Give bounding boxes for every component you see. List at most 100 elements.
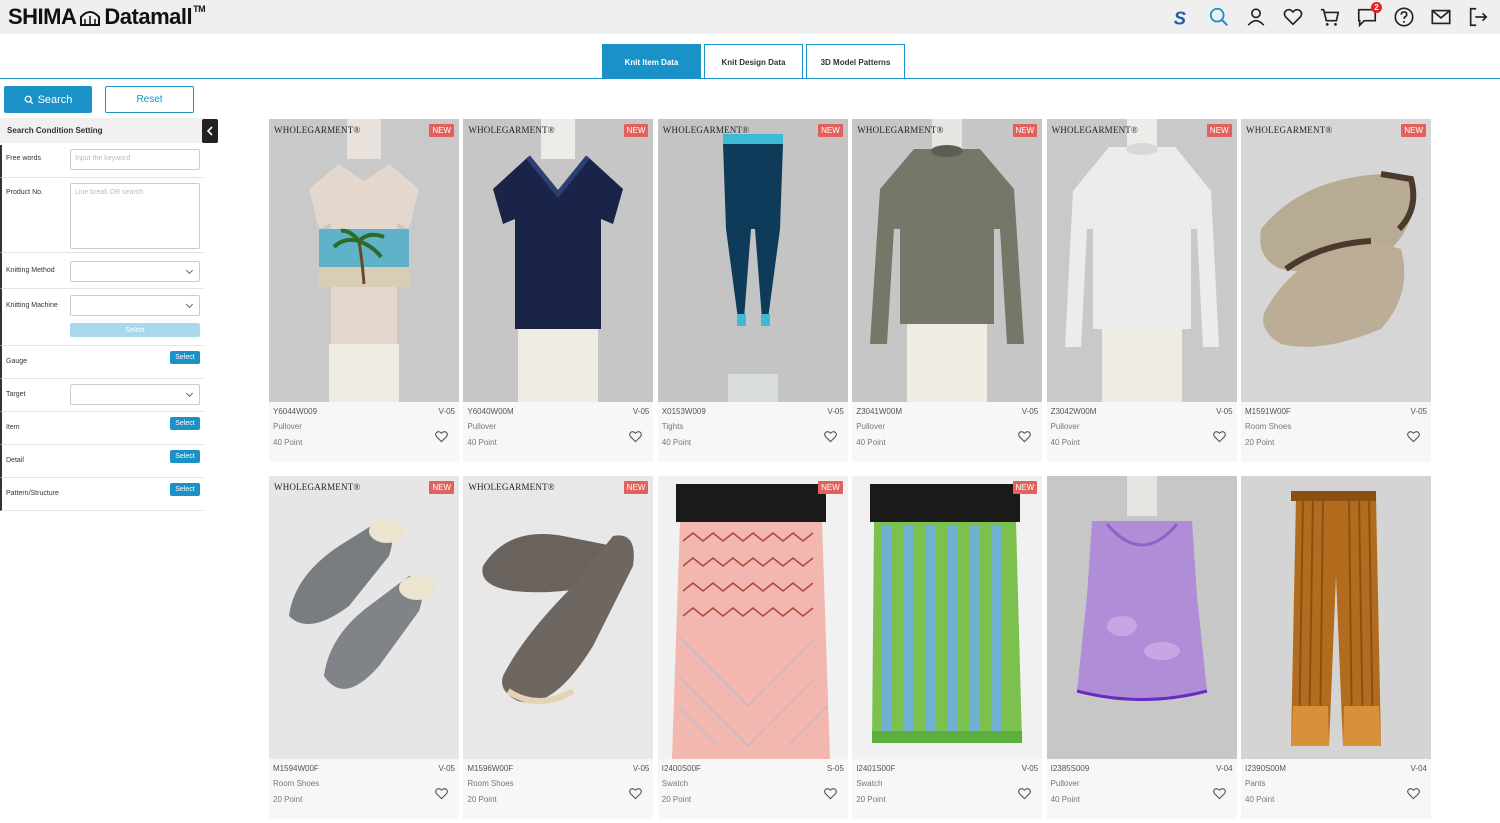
detail-select-button[interactable]: Select bbox=[170, 450, 200, 463]
product-code: Y6044W009 bbox=[273, 407, 318, 416]
search-button[interactable]: Search bbox=[4, 86, 92, 113]
wholegarment-watermark: WHOLEGARMENT® bbox=[1246, 125, 1333, 135]
reset-button[interactable]: Reset bbox=[105, 86, 194, 113]
favorite-heart-icon[interactable] bbox=[1406, 786, 1421, 800]
product-type: Pullover bbox=[1050, 779, 1080, 788]
favorite-heart-icon[interactable] bbox=[1406, 429, 1421, 443]
top-header: SHIMA Datamall TM S 2 bbox=[0, 0, 1500, 34]
favorite-heart-icon[interactable] bbox=[434, 786, 449, 800]
product-card[interactable]: WHOLEGARMENT® NEW Y6040W00M V-05 Pullove… bbox=[463, 119, 654, 462]
filter-pattern-structure: Pattern/Structure Select bbox=[0, 478, 204, 511]
user-icon[interactable] bbox=[1244, 5, 1268, 29]
product-points: 40 Point bbox=[661, 438, 692, 447]
mail-icon[interactable] bbox=[1429, 5, 1453, 29]
product-image bbox=[1241, 119, 1431, 402]
knitting-method-select[interactable] bbox=[70, 261, 200, 282]
product-card[interactable]: NEW I2401S00F V-05 Swatch 20 Point bbox=[852, 476, 1043, 819]
chevron-left-icon bbox=[206, 126, 213, 136]
gauge-select-button[interactable]: Select bbox=[170, 351, 200, 364]
new-badge: NEW bbox=[818, 481, 843, 494]
search-icon bbox=[24, 95, 33, 104]
product-points: 40 Point bbox=[273, 438, 303, 447]
product-card[interactable]: NEW I2400S00F S-05 Swatch 20 Point bbox=[657, 476, 848, 819]
product-version: V-04 bbox=[1410, 764, 1427, 773]
product-no-label: Product No. bbox=[6, 189, 43, 196]
product-version: V-05 bbox=[1021, 764, 1039, 773]
new-badge: NEW bbox=[1012, 124, 1038, 137]
item-select-button[interactable]: Select bbox=[170, 417, 200, 430]
product-code: I2390S00M bbox=[1245, 764, 1286, 773]
product-code: M1591W00F bbox=[1245, 407, 1291, 416]
favorite-heart-icon[interactable] bbox=[823, 429, 838, 443]
product-card[interactable]: WHOLEGARMENT® NEW Y6044W009 V-05 Pullove… bbox=[269, 119, 459, 462]
favorite-heart-icon[interactable] bbox=[1212, 786, 1227, 800]
messages-icon[interactable]: 2 bbox=[1355, 2, 1382, 29]
product-card[interactable]: WHOLEGARMENT® NEW M1596W00F V-05 Room Sh… bbox=[463, 476, 654, 819]
filter-detail: Detail Select bbox=[0, 445, 204, 478]
tab-knit-item-data[interactable]: Knit Item Data bbox=[602, 44, 701, 79]
logo-dome-icon bbox=[80, 11, 101, 26]
wholegarment-watermark: WHOLEGARMENT® bbox=[274, 125, 361, 135]
tab-3d-model-patterns[interactable]: 3D Model Patterns bbox=[806, 44, 905, 79]
shima-s-icon[interactable]: S bbox=[1170, 5, 1194, 29]
favorite-heart-icon[interactable] bbox=[1017, 786, 1032, 800]
favorite-heart-icon[interactable] bbox=[434, 429, 449, 443]
heart-icon[interactable] bbox=[1281, 5, 1305, 29]
product-card[interactable]: WHOLEGARMENT® NEW Z3041W00M V-05 Pullove… bbox=[852, 119, 1043, 462]
product-points: 40 Point bbox=[1245, 795, 1275, 804]
wholegarment-watermark: WHOLEGARMENT® bbox=[468, 125, 555, 135]
product-type: Tights bbox=[661, 422, 684, 431]
product-image bbox=[269, 119, 459, 402]
product-card[interactable]: WHOLEGARMENT® NEW M1591W00F V-05 Room Sh… bbox=[1241, 119, 1431, 462]
product-code: Z3042W00M bbox=[1050, 407, 1097, 416]
help-icon[interactable] bbox=[1392, 5, 1416, 29]
new-badge: NEW bbox=[429, 124, 454, 137]
favorite-heart-icon[interactable] bbox=[823, 786, 838, 800]
search-button-label: Search bbox=[37, 93, 73, 106]
product-type: Room Shoes bbox=[273, 779, 320, 788]
product-version: V-05 bbox=[438, 764, 455, 773]
logout-icon[interactable] bbox=[1466, 5, 1490, 29]
cart-icon[interactable] bbox=[1318, 5, 1342, 29]
free-words-input[interactable]: Input the keyword bbox=[70, 149, 200, 170]
knitting-machine-select-button[interactable]: Select bbox=[70, 323, 200, 337]
wholegarment-watermark: WHOLEGARMENT® bbox=[274, 482, 361, 492]
target-select[interactable] bbox=[70, 384, 200, 405]
tab-knit-design-data[interactable]: Knit Design Data bbox=[704, 44, 803, 79]
tab-divider bbox=[0, 78, 1500, 79]
product-card[interactable]: WHOLEGARMENT® NEW X0153W009 V-05 Tights … bbox=[657, 119, 848, 462]
product-points: 40 Point bbox=[856, 438, 886, 447]
search-icon[interactable] bbox=[1207, 5, 1231, 29]
product-image bbox=[1241, 476, 1431, 759]
product-no-textarea[interactable]: Line break OR search bbox=[70, 183, 200, 249]
wholegarment-watermark: WHOLEGARMENT® bbox=[857, 125, 944, 135]
favorite-heart-icon[interactable] bbox=[628, 429, 643, 443]
product-type: Pullover bbox=[856, 422, 886, 431]
product-version: V-05 bbox=[438, 407, 455, 416]
product-card[interactable]: I2390S00M V-04 Pants 40 Point bbox=[1241, 476, 1431, 819]
product-version: V-05 bbox=[1410, 407, 1427, 416]
condition-header: Search Condition Setting bbox=[0, 118, 204, 143]
product-image bbox=[463, 119, 654, 402]
pattern-select-button[interactable]: Select bbox=[170, 483, 200, 496]
product-version: V-05 bbox=[1021, 407, 1039, 416]
item-label: Item bbox=[6, 424, 20, 431]
product-card[interactable]: WHOLEGARMENT® NEW M1594W00F V-05 Room Sh… bbox=[269, 476, 459, 819]
filter-gauge: Gauge Select bbox=[0, 346, 204, 379]
knitting-machine-select[interactable] bbox=[70, 295, 200, 316]
favorite-heart-icon[interactable] bbox=[628, 786, 643, 800]
wholegarment-watermark: WHOLEGARMENT® bbox=[662, 125, 750, 135]
product-card[interactable]: WHOLEGARMENT® NEW Z3042W00M V-05 Pullove… bbox=[1046, 119, 1237, 462]
favorite-heart-icon[interactable] bbox=[1017, 429, 1032, 443]
svg-text:S: S bbox=[1174, 7, 1187, 28]
collapse-sidebar-button[interactable] bbox=[202, 119, 218, 143]
favorite-heart-icon[interactable] bbox=[1212, 429, 1227, 443]
site-logo[interactable]: SHIMA Datamall TM bbox=[8, 4, 206, 30]
product-card[interactable]: I2385S009 V-04 Pullover 40 Point bbox=[1046, 476, 1237, 819]
new-badge: NEW bbox=[1206, 124, 1232, 137]
product-version: S-05 bbox=[826, 764, 844, 773]
messages-badge: 2 bbox=[1371, 2, 1382, 13]
product-version: V-05 bbox=[827, 407, 844, 416]
knitting-method-label: Knitting Method bbox=[6, 267, 55, 274]
new-badge: NEW bbox=[623, 124, 649, 137]
